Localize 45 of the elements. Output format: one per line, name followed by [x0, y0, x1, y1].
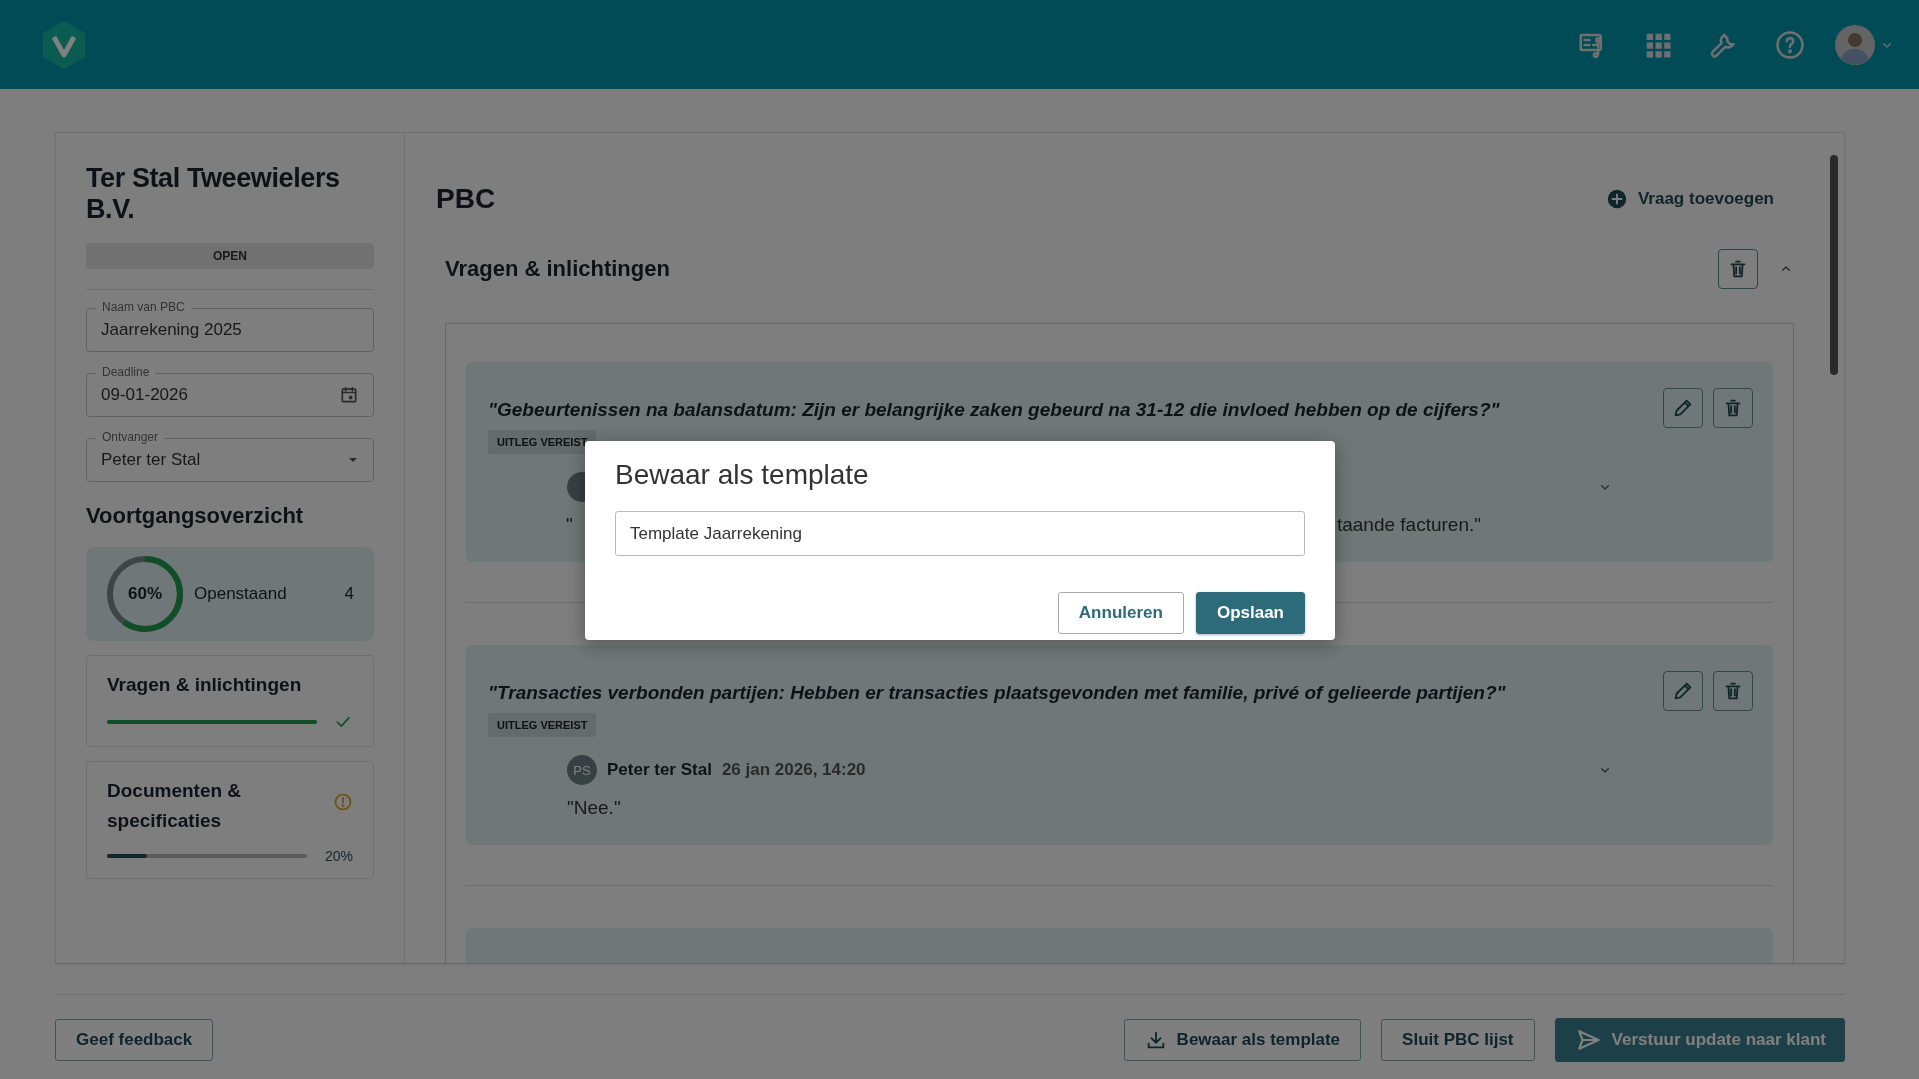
page-title: PBC	[436, 183, 496, 215]
send-update-button[interactable]: Verstuur update naar klant	[1554, 1017, 1845, 1062]
answer-time: 26 jan 2026, 14:20	[721, 760, 867, 780]
tag-badge: UITLEG VEREIST	[488, 430, 597, 454]
help-icon[interactable]	[1775, 29, 1805, 60]
input-field[interactable]: Template Jaarrekening	[615, 511, 1305, 556]
section-progress-card[interactable]: Vragen & inlichtingen	[86, 655, 374, 747]
delete-button[interactable]	[1713, 388, 1753, 428]
section-title: Vragen & inlichtingen	[445, 256, 671, 282]
calendar-icon[interactable]	[339, 385, 359, 405]
edit-button[interactable]	[1663, 388, 1703, 428]
close-list-button[interactable]: Sluit PBC lijst	[1381, 1018, 1535, 1061]
answer-author: Peter ter Stal	[607, 760, 712, 780]
question-text: "Transacties verbonden partijen: Hebben er transacties plaatsgevonden met familie, privé of gelieerde partijen?"	[488, 681, 1507, 705]
cancel-button[interactable]: Annuleren	[1057, 592, 1184, 634]
open-label: Openstaand	[194, 584, 288, 604]
progress-percent: 60%	[127, 584, 163, 604]
save-template-button[interactable]: Bewaar als template	[1123, 1018, 1362, 1061]
section-title: Documenten & specificaties	[107, 779, 243, 833]
edit-button[interactable]	[1663, 671, 1703, 711]
delete-button[interactable]	[1718, 249, 1758, 289]
feedback-button[interactable]: Geef feedback	[55, 1018, 214, 1061]
dropdown-arrow-icon[interactable]	[347, 456, 359, 464]
dialog-title: Bewaar als template	[615, 459, 870, 491]
pencil-icon	[1672, 397, 1694, 419]
company-name: Ter Stal Tweewielers B.V.	[86, 163, 341, 225]
answer-text: "Nee."	[567, 797, 622, 819]
save-button[interactable]: Opslaan	[1195, 592, 1305, 634]
tag-badge: UITLEG VEREIST	[488, 713, 597, 737]
section-progress-card[interactable]: Documenten & specificaties 20%	[86, 761, 374, 879]
pencil-icon	[1672, 680, 1694, 702]
field-label: Ontvanger	[96, 430, 165, 445]
open-count: 4	[344, 584, 354, 604]
user-avatar[interactable]	[1835, 24, 1875, 65]
plus-icon	[1605, 188, 1628, 210]
delete-button[interactable]	[1713, 671, 1753, 711]
answer-text: "	[566, 514, 574, 536]
add-question-button[interactable]: Vraag toevoegen	[1605, 188, 1774, 210]
user-avatar: PS	[567, 755, 597, 785]
status-badge: OPEN	[86, 243, 374, 269]
section-title: Vragen & inlichtingen	[107, 673, 303, 697]
progress-reading: 20%	[323, 848, 353, 864]
section-heading: Voortgangsoverzicht	[86, 503, 305, 529]
question-text: "Gebeurtenissen na balansdatum: Zijn er belangrijke zaken gebeurd na 31-12 die invloed hebben op de cijfers?"	[488, 398, 1501, 422]
answer-text: taande facturen."	[1336, 514, 1481, 536]
